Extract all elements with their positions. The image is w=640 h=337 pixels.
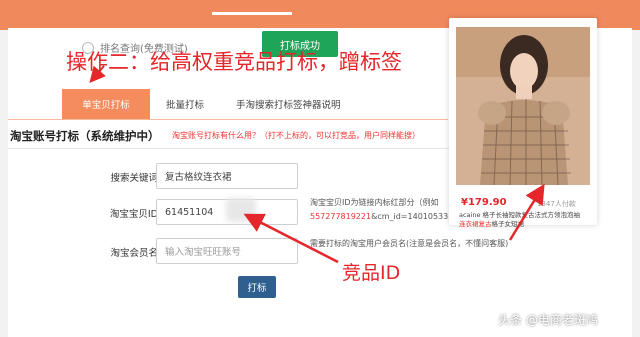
tab-underline xyxy=(8,119,448,120)
banner-strip xyxy=(212,12,292,15)
keyword-label: 搜索关键词 xyxy=(110,173,158,184)
member-label: 淘宝会员名 xyxy=(110,248,158,259)
section-note[interactable]: 淘宝账号打标有什么用？（打不上标的，可以打竞品，用户同样能搜） xyxy=(172,130,420,141)
product-price: ¥179.90 xyxy=(461,197,507,208)
tab-search-tool-guide[interactable]: 手淘搜索打标签神器说明 xyxy=(224,89,353,119)
item-id-help: 淘宝宝贝ID为链接内标红部分（例如 557277819221&cm_id=140… xyxy=(310,196,507,224)
annotation-competitor-id: 竞品ID xyxy=(342,262,401,284)
item-id-help-prefix: 淘宝宝贝ID为链接内标红部分（例如 xyxy=(310,198,439,207)
tab-bar: 单宝贝打标 批量打标 手淘搜索打标签神器说明 xyxy=(62,89,353,119)
product-buyers: 1347人付款 xyxy=(537,200,576,208)
product-title[interactable]: acaine 格子长袖短款复古法式方领泡泡袖 连衣裙复古格子女短裙 xyxy=(459,211,589,229)
product-title-line2: 格子女短裙 xyxy=(491,220,525,228)
redaction-blur xyxy=(226,198,256,222)
annotation-headline: 操作二：给高权重竞品打标，蹭标签 xyxy=(66,50,402,74)
member-help: 需要打标的淘宝用户会员名(注意是会员名，不懂问客服) xyxy=(310,239,509,248)
watermark: 头条 @电商老斑鸠 xyxy=(498,313,598,327)
product-card[interactable]: ¥179.90 1347人付款 acaine 格子长袖短款复古法式方领泡泡袖 连… xyxy=(449,18,597,228)
tab-batch[interactable]: 批量打标 xyxy=(150,89,220,119)
submit-tag-button[interactable]: 打标 xyxy=(238,276,276,298)
tab-single-item[interactable]: 单宝贝打标 xyxy=(62,89,150,119)
item-id-help-red: 557277819221 xyxy=(310,212,372,221)
product-title-line1: acaine 格子长袖短款复古法式方领泡泡袖 xyxy=(459,211,581,219)
product-title-red: 连衣裙复古 xyxy=(459,220,492,228)
section-title: 淘宝账号打标（系统维护中） xyxy=(10,129,160,143)
member-input[interactable]: 输入淘宝旺旺账号 xyxy=(156,238,298,264)
product-photo xyxy=(456,27,590,185)
divider xyxy=(8,148,456,149)
product-photo-illustration xyxy=(456,27,590,185)
item-id-label: 淘宝宝贝ID xyxy=(109,209,158,220)
keyword-input[interactable]: 复古格纹连衣裙 xyxy=(156,163,298,189)
